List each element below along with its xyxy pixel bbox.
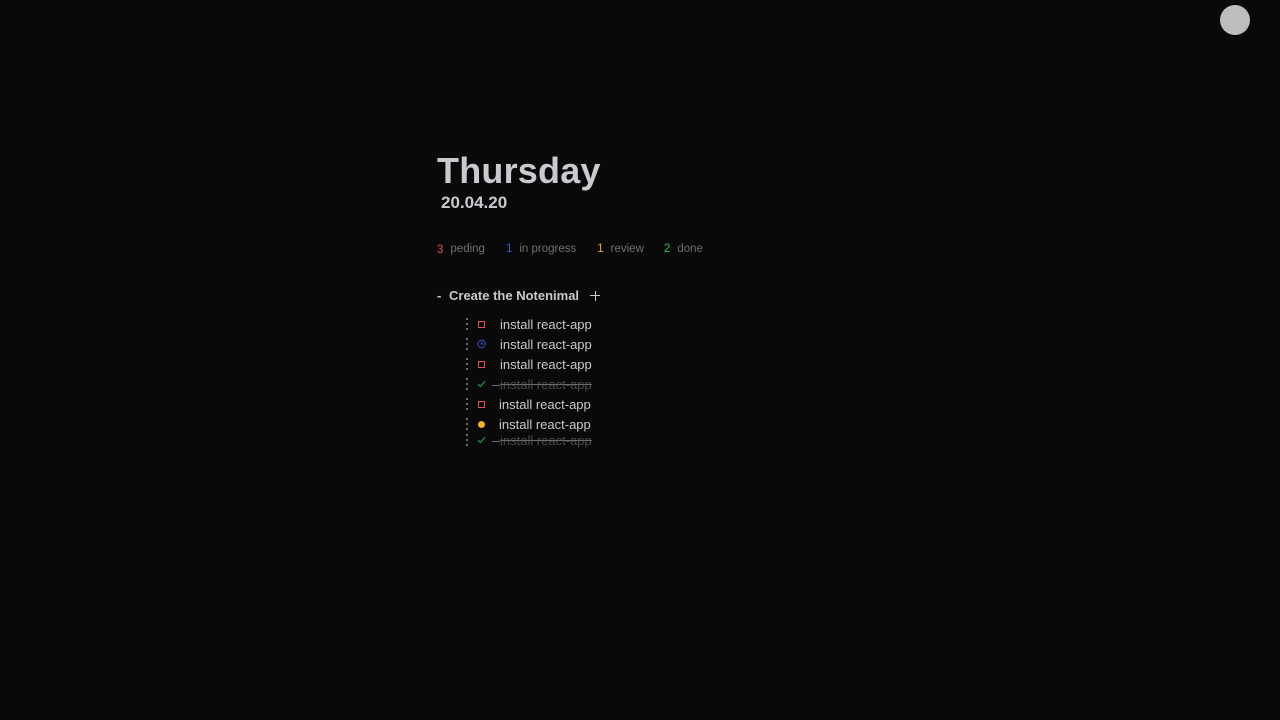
- drag-handle-icon[interactable]: [462, 378, 471, 390]
- drag-handle-icon[interactable]: [462, 318, 471, 330]
- stat-in-progress: 1 in progress: [506, 243, 576, 255]
- task-text[interactable]: install react-app: [500, 337, 592, 352]
- review-status-icon[interactable]: [477, 419, 486, 429]
- stat-pending-count: 3: [437, 244, 444, 256]
- stat-done: 2 done: [664, 243, 703, 255]
- stat-done-label: done: [677, 243, 703, 255]
- task-item: install react-app: [462, 356, 592, 372]
- stat-done-count: 2: [663, 243, 671, 255]
- task-text[interactable]: install react-app: [499, 397, 591, 412]
- stat-review: 1 review: [597, 243, 644, 255]
- checkmark-icon[interactable]: [477, 379, 486, 389]
- drag-handle-icon[interactable]: [462, 358, 471, 370]
- pending-status-icon[interactable]: [477, 359, 486, 369]
- pending-status-icon[interactable]: [477, 319, 486, 329]
- avatar[interactable]: [1220, 5, 1250, 35]
- task-text[interactable]: install react-app: [492, 377, 592, 392]
- drag-handle-icon[interactable]: [462, 418, 471, 430]
- status-summary: 3 peding 1 in progress 1 review 2 done: [437, 243, 703, 256]
- stat-pending-label: peding: [450, 243, 485, 255]
- section-header: - Create the Notenimal: [437, 287, 601, 304]
- task-item: install react-app: [462, 396, 591, 412]
- today-page: Thursday 20.04.20 3 peding 1 in progress…: [0, 0, 1280, 720]
- section-title: Create the Notenimal: [449, 288, 580, 303]
- pending-status-icon[interactable]: [477, 399, 486, 409]
- task-item: install react-app: [462, 416, 591, 432]
- stat-review-label: review: [610, 243, 644, 255]
- clock-icon[interactable]: [477, 339, 486, 349]
- drag-handle-icon[interactable]: [462, 338, 471, 350]
- stat-pending: 3 peding: [437, 243, 485, 256]
- task-text[interactable]: install react-app: [492, 433, 592, 448]
- stat-in-progress-count: 1: [505, 243, 513, 255]
- task-item: install react-app: [462, 316, 592, 332]
- task-item: install react-app: [462, 336, 592, 352]
- checkmark-icon[interactable]: [477, 435, 486, 445]
- task-item: install react-app: [462, 376, 592, 392]
- drag-handle-icon[interactable]: [462, 398, 471, 410]
- task-text[interactable]: install react-app: [500, 317, 592, 332]
- plus-icon[interactable]: [590, 290, 601, 301]
- task-text[interactable]: install react-app: [500, 357, 592, 372]
- stat-in-progress-label: in progress: [519, 243, 577, 255]
- drag-handle-icon[interactable]: [462, 434, 471, 446]
- task-item: install react-app: [462, 432, 592, 448]
- collapse-button[interactable]: -: [437, 288, 449, 303]
- page-date: 20.04.20: [441, 193, 508, 212]
- stat-review-count: 1: [597, 243, 604, 255]
- task-text[interactable]: install react-app: [499, 417, 591, 432]
- page-title: Thursday: [437, 150, 601, 191]
